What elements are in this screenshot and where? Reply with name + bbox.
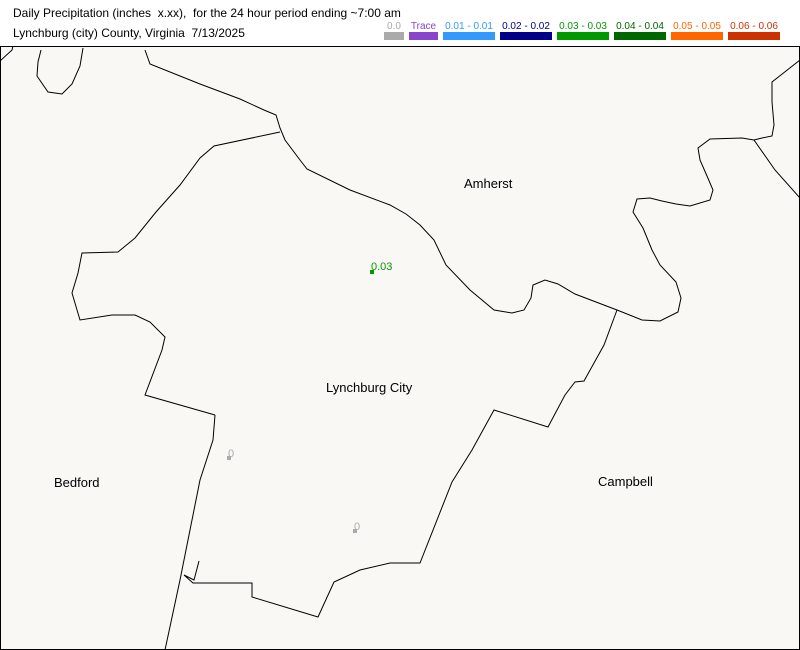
station-value: 0 <box>354 521 360 533</box>
precipitation-map-window: Daily Precipitation (inches x.xx), for t… <box>0 0 800 650</box>
map-header: Daily Precipitation (inches x.xx), for t… <box>0 0 800 46</box>
legend-label: 0.03 - 0.03 <box>559 21 607 32</box>
map-background <box>0 46 800 650</box>
legend-item-002: 0.02 - 0.02 <box>500 19 552 43</box>
legend-item-006: 0.06 - 0.06 <box>728 19 780 43</box>
legend-item-005: 0.05 - 0.05 <box>671 19 723 43</box>
station-marker[interactable]: 0 <box>353 521 360 533</box>
legend-item-003: 0.03 - 0.03 <box>557 19 609 43</box>
station-value: 0.03 <box>371 261 392 273</box>
legend-label: 0.0 <box>387 21 401 32</box>
region-label-bedford: Bedford <box>54 475 100 490</box>
map-title: Daily Precipitation (inches x.xx), for t… <box>13 6 401 20</box>
legend-swatch <box>614 32 666 40</box>
region-label-amherst: Amherst <box>464 176 513 191</box>
legend-swatch <box>728 32 780 40</box>
station-value: 0 <box>228 448 234 460</box>
region-label-campbell: Campbell <box>598 474 653 489</box>
map-subtitle: Lynchburg (city) County, Virginia 7/13/2… <box>13 26 245 40</box>
legend-swatch <box>500 32 552 40</box>
legend-swatch <box>557 32 609 40</box>
legend-label: 0.04 - 0.04 <box>616 21 664 32</box>
legend-swatch <box>384 32 404 40</box>
legend-swatch <box>409 32 438 40</box>
legend-item-001: 0.01 - 0.01 <box>443 19 495 43</box>
legend-item-trace: Trace <box>409 19 438 43</box>
station-marker[interactable]: 0.03 <box>370 261 392 274</box>
legend-item-004: 0.04 - 0.04 <box>614 19 666 43</box>
legend-label: 0.02 - 0.02 <box>502 21 550 32</box>
region-label-lynchburg-city: Lynchburg City <box>326 380 413 395</box>
legend-swatch <box>443 32 495 40</box>
legend-label: 0.06 - 0.06 <box>730 21 778 32</box>
legend-label: 0.01 - 0.01 <box>445 21 493 32</box>
map-canvas[interactable]: Amherst Lynchburg City Bedford Campbell … <box>0 46 800 650</box>
station-marker[interactable]: 0 <box>227 448 234 460</box>
legend-swatch <box>671 32 723 40</box>
legend-item-zero: 0.0 <box>384 19 404 43</box>
map-area[interactable]: Amherst Lynchburg City Bedford Campbell … <box>0 46 800 650</box>
legend-label: Trace <box>410 21 437 32</box>
legend-label: 0.05 - 0.05 <box>673 21 721 32</box>
precipitation-legend: 0.0 Trace 0.01 - 0.01 0.02 - 0.02 0.03 -… <box>384 19 784 43</box>
